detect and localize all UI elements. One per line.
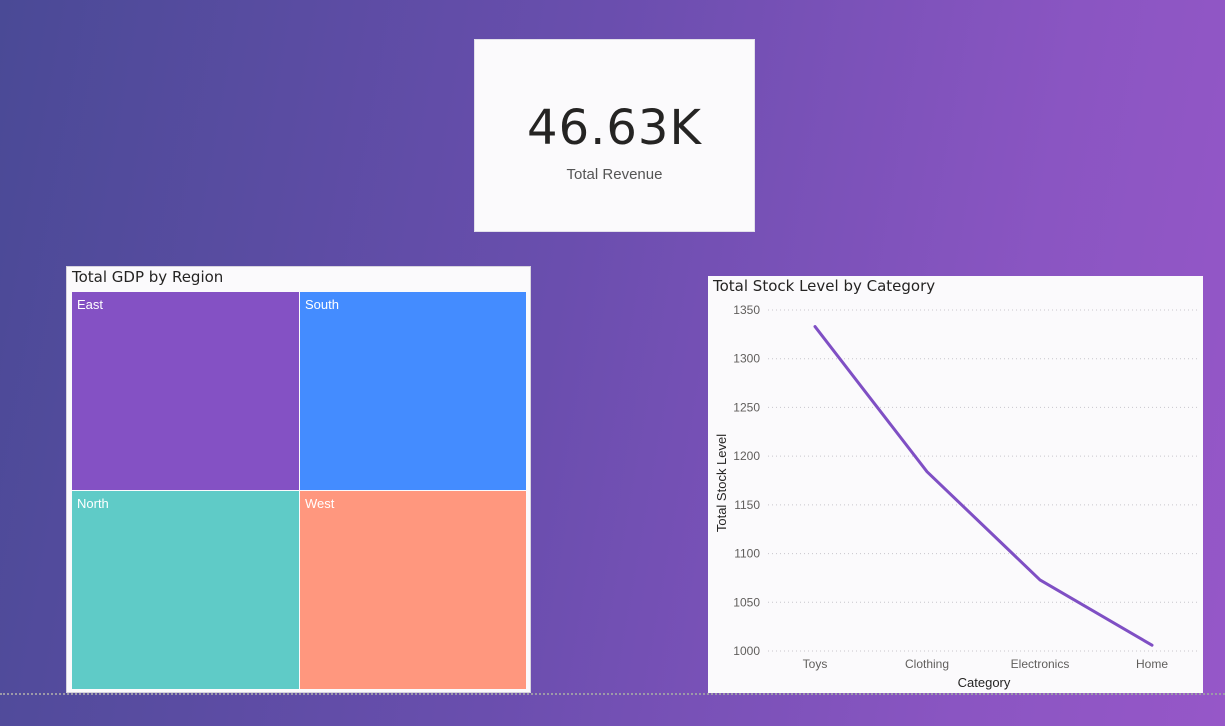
y-tick-label: 1250: [733, 400, 760, 414]
x-tick-label: Clothing: [905, 657, 949, 671]
line-chart-visual[interactable]: Total Stock Level by Category 1000 1050 11…: [708, 276, 1203, 693]
treemap-tile-label: South: [305, 297, 339, 312]
treemap-tile-west[interactable]: West: [300, 491, 526, 689]
x-tick-label: Toys: [803, 657, 828, 671]
kpi-value: 46.63K: [527, 100, 702, 156]
x-tick-label: Home: [1136, 657, 1168, 671]
series-line[interactable]: [813, 325, 1154, 647]
treemap-tile-east[interactable]: East: [72, 292, 299, 490]
y-tick-label: 1150: [734, 498, 760, 512]
y-tick-label: 1200: [733, 449, 760, 463]
y-axis-title: Total Stock Level: [714, 434, 729, 532]
treemap-tile-south[interactable]: South: [300, 292, 526, 490]
y-tick-label: 1100: [734, 547, 760, 561]
y-tick-label: 1300: [733, 352, 760, 366]
line-chart-svg: 1000 1050 1100 1150 1200 1250 1300 1350 Toys Clo…: [714, 303, 1198, 690]
treemap-title: Total GDP by Region: [72, 268, 224, 286]
treemap-tile-north[interactable]: North: [72, 491, 299, 689]
x-axis-title: Category: [958, 675, 1011, 690]
y-tick-label: 1000: [733, 644, 760, 658]
kpi-label: Total Revenue: [566, 166, 663, 183]
page-bottom-divider: [0, 693, 1225, 695]
treemap-visual[interactable]: Total GDP by Region East South North Wes…: [66, 266, 531, 693]
treemap-tile-label: North: [77, 496, 109, 511]
x-tick-label: Electronics: [1011, 657, 1070, 671]
treemap-tile-label: West: [305, 496, 335, 511]
y-tick-label: 1050: [733, 595, 760, 609]
treemap-tile-label: East: [77, 297, 104, 312]
y-tick-label: 1350: [733, 303, 760, 317]
kpi-card-total-revenue[interactable]: 46.63K Total Revenue: [474, 39, 755, 232]
